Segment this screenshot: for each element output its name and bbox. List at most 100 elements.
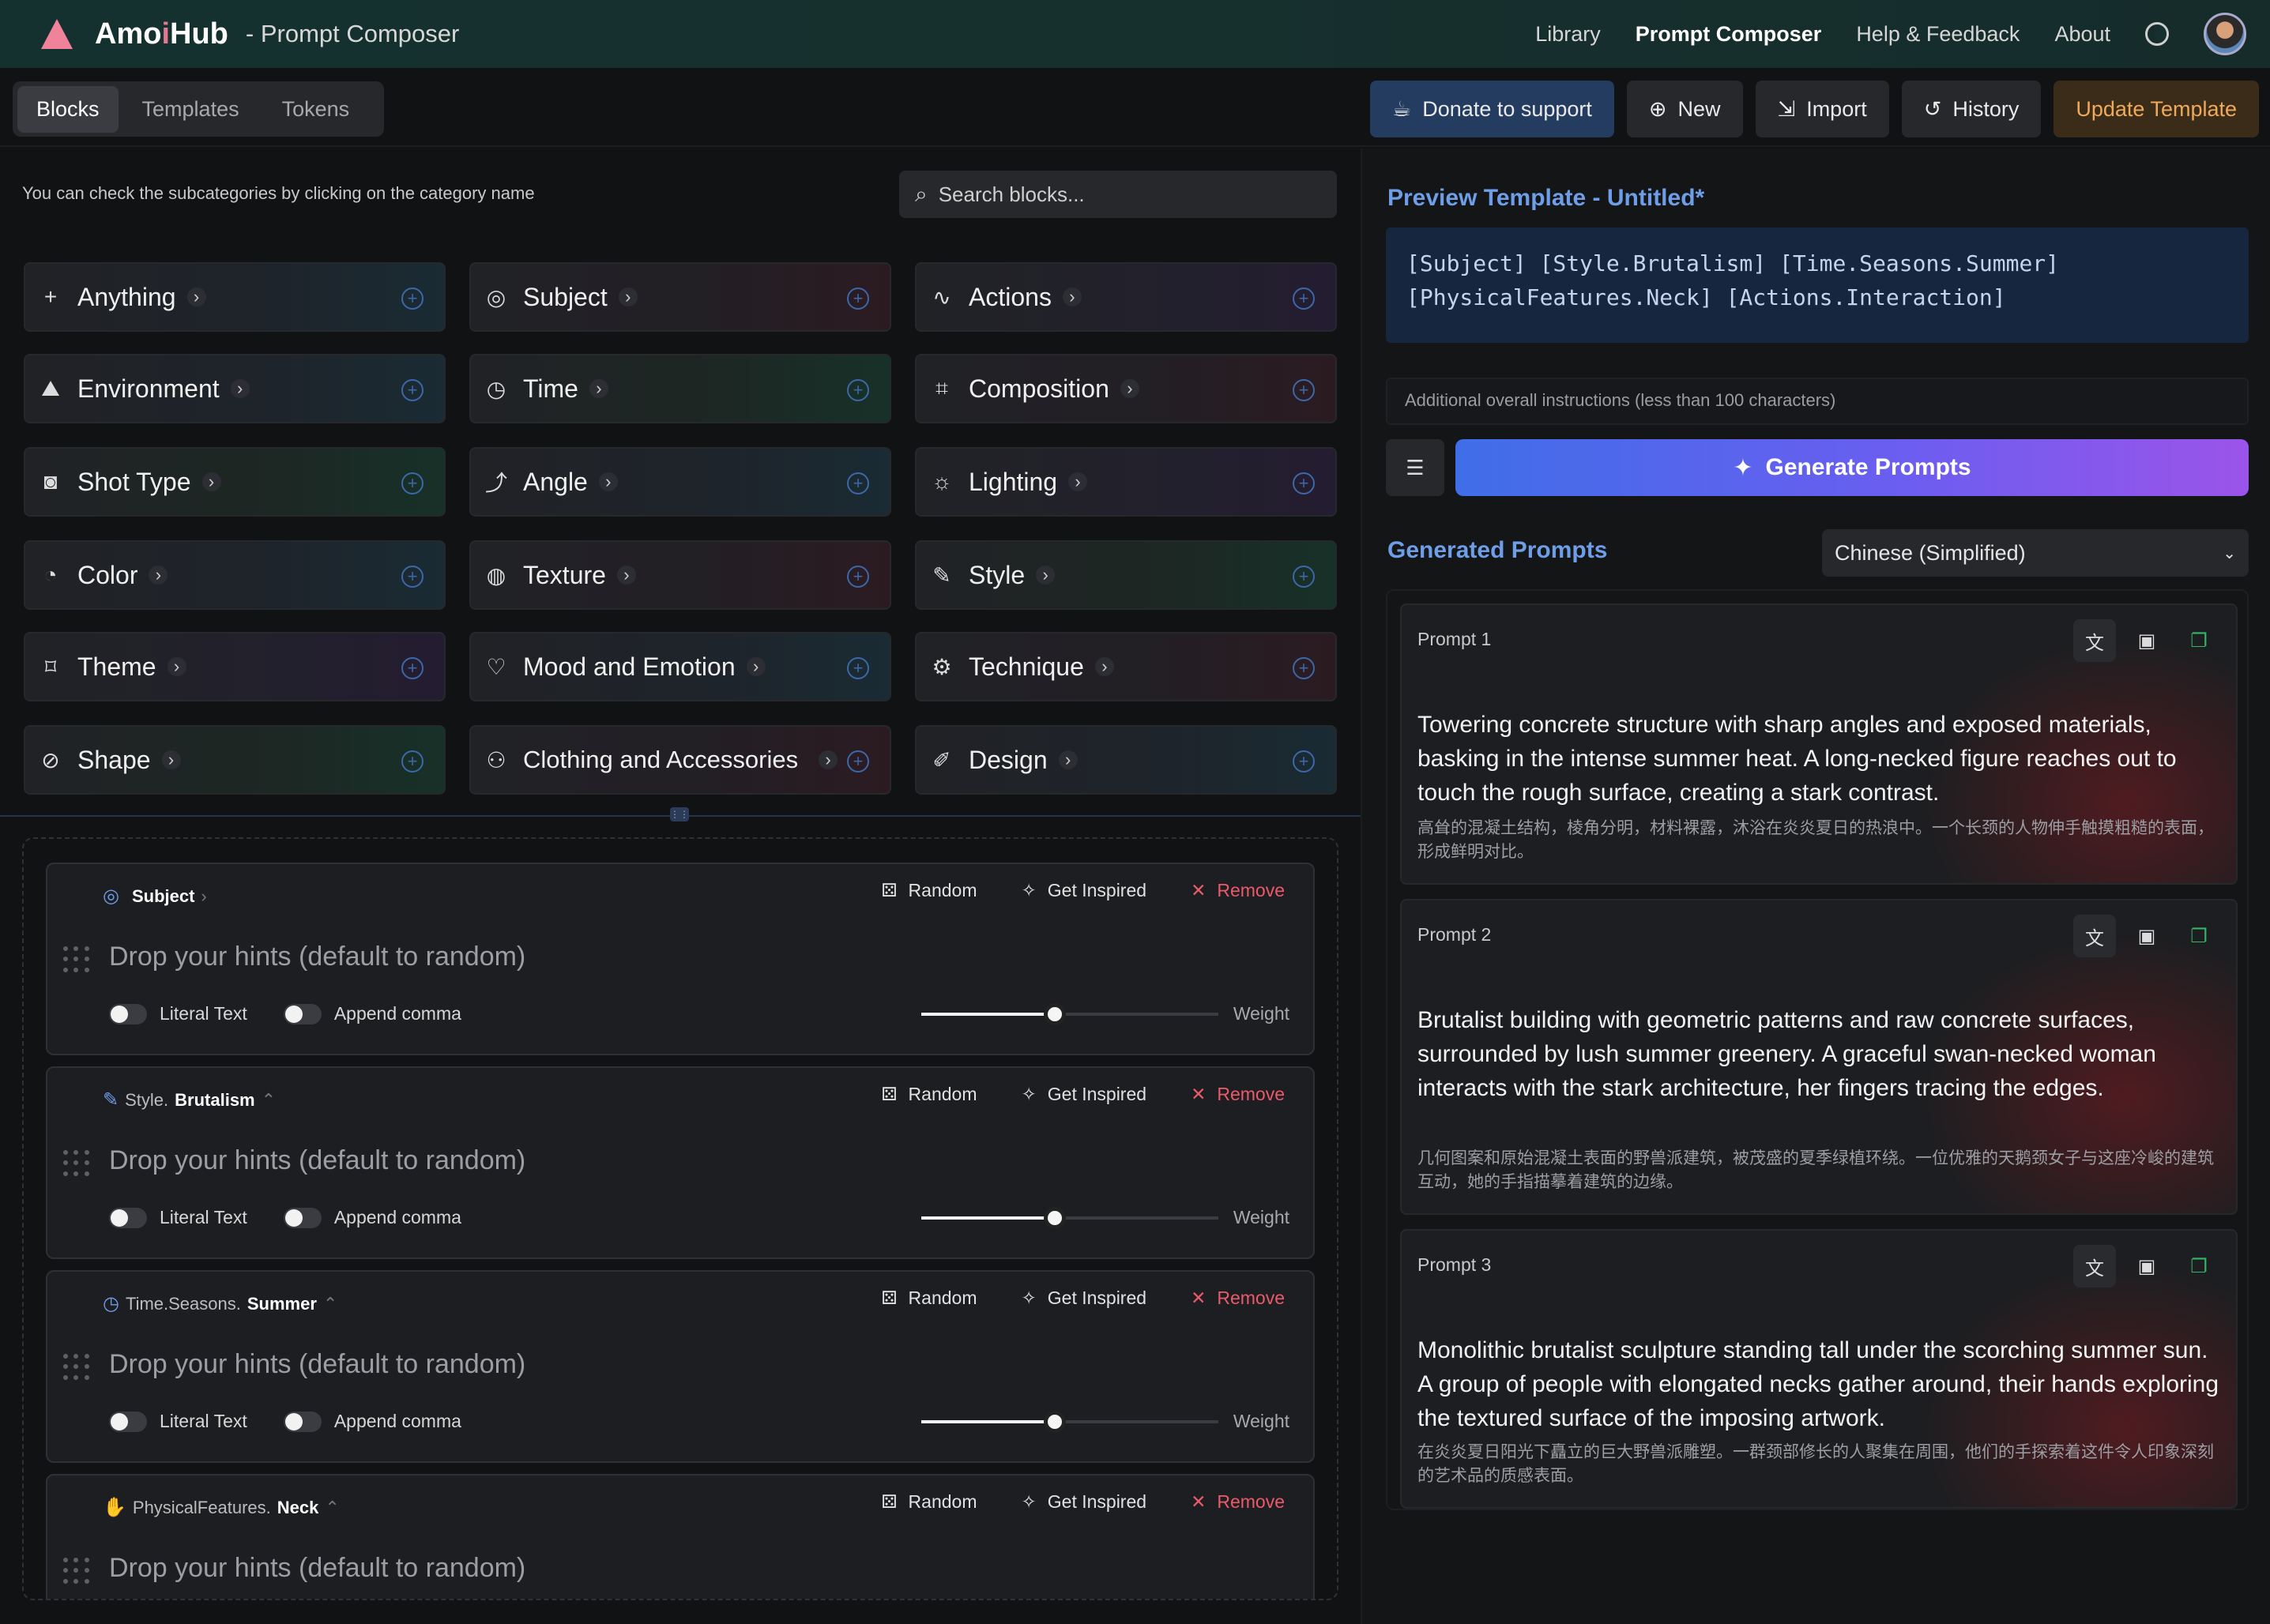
remove-button[interactable]: ✕ Remove (1191, 1288, 1285, 1309)
hint-input[interactable]: Drop your hints (default to random) (109, 1145, 525, 1176)
category-card-composition[interactable]: ⌗ Composition › + (915, 354, 1337, 423)
get-inspired-button[interactable]: ✧ Get Inspired (1021, 1491, 1146, 1513)
chevron-right-icon[interactable]: › (201, 886, 206, 907)
nav-help-feedback[interactable]: Help & Feedback (1856, 22, 2020, 47)
add-block-icon[interactable]: + (1293, 750, 1315, 773)
hint-input[interactable]: Drop your hints (default to random) (109, 1349, 525, 1380)
donate-button[interactable]: ☕ Donate to support (1370, 81, 1614, 137)
weight-slider[interactable] (921, 1411, 1218, 1433)
block-title[interactable]: ◷ Time.Seasons. Summer ⌃ (103, 1292, 337, 1315)
category-card-mood-and-emotion[interactable]: ♡ Mood and Emotion › + (469, 632, 891, 701)
chevron-right-icon[interactable]: › (186, 287, 206, 306)
add-block-icon[interactable]: + (847, 379, 869, 401)
new-button[interactable]: ⊕ New (1626, 81, 1743, 137)
chevron-up-icon[interactable]: ⌃ (262, 1090, 276, 1111)
update-template-button[interactable]: Update Template (2054, 81, 2259, 137)
logo-icon[interactable] (41, 19, 73, 49)
chevron-right-icon[interactable]: › (201, 472, 221, 491)
chevron-right-icon[interactable]: › (230, 378, 250, 398)
category-card-time[interactable]: ◷ Time › + (469, 354, 891, 423)
add-block-icon[interactable]: + (401, 472, 424, 494)
add-block-icon[interactable]: + (401, 379, 424, 401)
history-button[interactable]: ↺ History (1901, 81, 2042, 137)
category-card-lighting[interactable]: ☼ Lighting › + (915, 447, 1337, 517)
nav-prompt-composer[interactable]: Prompt Composer (1636, 22, 1822, 47)
add-block-icon[interactable]: + (1293, 566, 1315, 588)
nav-library[interactable]: Library (1535, 22, 1601, 47)
category-card-color[interactable]: ◔ Color › + (24, 540, 446, 610)
slider-knob[interactable] (1044, 1207, 1067, 1229)
instructions-input[interactable]: Additional overall instructions (less th… (1386, 378, 2249, 425)
literal-text-toggle[interactable] (109, 1411, 147, 1432)
copy-icon[interactable]: ❐ (2178, 915, 2220, 957)
chevron-right-icon[interactable]: › (1036, 565, 1056, 585)
remove-button[interactable]: ✕ Remove (1191, 1084, 1285, 1105)
add-block-icon[interactable]: + (1293, 472, 1315, 494)
copy-icon[interactable]: ❐ (2178, 1245, 2220, 1288)
append-comma-toggle[interactable] (283, 1207, 322, 1228)
chevron-right-icon[interactable]: › (819, 750, 838, 769)
search-input[interactable]: ⌕ Search blocks... (899, 171, 1337, 218)
append-comma-toggle[interactable] (283, 1003, 322, 1024)
add-block-icon[interactable]: + (1293, 379, 1315, 401)
category-card-theme[interactable]: ⌑ Theme › + (24, 632, 446, 701)
save-icon[interactable]: ▣ (2125, 1245, 2168, 1288)
weight-slider[interactable] (921, 1207, 1218, 1229)
category-card-style[interactable]: ✎ Style › + (915, 540, 1337, 610)
category-card-anything[interactable]: + Anything › + (24, 262, 446, 332)
get-inspired-button[interactable]: ✧ Get Inspired (1021, 880, 1146, 901)
random-button[interactable]: ⚄ Random (882, 1084, 977, 1105)
add-block-icon[interactable]: + (401, 566, 424, 588)
literal-text-toggle[interactable] (109, 1207, 147, 1228)
add-block-icon[interactable]: + (847, 750, 869, 773)
remove-button[interactable]: ✕ Remove (1191, 880, 1285, 901)
translate-icon[interactable]: 文 (2073, 915, 2116, 957)
tab-tokens[interactable]: Tokens (263, 86, 369, 133)
add-block-icon[interactable]: + (847, 657, 869, 679)
category-card-technique[interactable]: ⚙ Technique › + (915, 632, 1337, 701)
category-card-shape[interactable]: ⊘ Shape › + (24, 725, 446, 795)
translate-icon[interactable]: 文 (2073, 1245, 2116, 1288)
slider-knob[interactable] (1044, 1003, 1067, 1025)
save-icon[interactable]: ▣ (2125, 619, 2168, 662)
save-icon[interactable]: ▣ (2125, 915, 2168, 957)
chevron-right-icon[interactable]: › (149, 565, 168, 585)
chevron-right-icon[interactable]: › (598, 472, 618, 491)
get-inspired-button[interactable]: ✧ Get Inspired (1021, 1288, 1146, 1309)
drag-handle-icon[interactable] (63, 1558, 90, 1585)
tab-blocks[interactable]: Blocks (17, 85, 119, 133)
translate-icon[interactable]: 文 (2073, 619, 2116, 662)
language-select[interactable]: Chinese (Simplified) ⌄ (1822, 529, 2249, 577)
chevron-right-icon[interactable]: › (1120, 378, 1139, 398)
random-button[interactable]: ⚄ Random (882, 880, 977, 901)
category-card-environment[interactable]: ⛰ Environment › + (24, 354, 446, 423)
add-block-icon[interactable]: + (401, 288, 424, 310)
literal-text-toggle[interactable] (109, 1003, 147, 1024)
category-card-angle[interactable]: ⤴ Angle › + (469, 447, 891, 517)
chevron-right-icon[interactable]: › (167, 656, 186, 676)
resize-handle[interactable]: ⋮⋮ (670, 807, 689, 821)
hint-input[interactable]: Drop your hints (default to random) (109, 1553, 525, 1584)
chevron-up-icon[interactable]: ⌃ (325, 1498, 339, 1518)
theme-toggle-icon[interactable] (2145, 22, 2169, 46)
slider-knob[interactable] (1044, 1411, 1067, 1433)
chevron-right-icon[interactable]: › (616, 565, 636, 585)
hint-input[interactable]: Drop your hints (default to random) (109, 942, 525, 972)
settings-button[interactable]: ☰ (1386, 439, 1444, 496)
get-inspired-button[interactable]: ✧ Get Inspired (1021, 1084, 1146, 1105)
avatar[interactable] (2204, 13, 2246, 55)
category-card-clothing-and-accessories[interactable]: ⚇ Clothing and Accessories › + (469, 725, 891, 795)
add-block-icon[interactable]: + (847, 472, 869, 494)
random-button[interactable]: ⚄ Random (882, 1491, 977, 1513)
drag-handle-icon[interactable] (63, 1150, 90, 1177)
category-card-shot-type[interactable]: ◙ Shot Type › + (24, 447, 446, 517)
chevron-right-icon[interactable]: › (161, 750, 181, 769)
add-block-icon[interactable]: + (847, 566, 869, 588)
chevron-up-icon[interactable]: ⌃ (323, 1294, 337, 1314)
append-comma-toggle[interactable] (283, 1411, 322, 1432)
chevron-right-icon[interactable]: › (1068, 472, 1088, 491)
generate-prompts-button[interactable]: ✦ Generate Prompts (1455, 439, 2249, 496)
random-button[interactable]: ⚄ Random (882, 1288, 977, 1309)
chevron-right-icon[interactable]: › (1058, 750, 1078, 769)
chevron-right-icon[interactable]: › (1062, 287, 1082, 306)
